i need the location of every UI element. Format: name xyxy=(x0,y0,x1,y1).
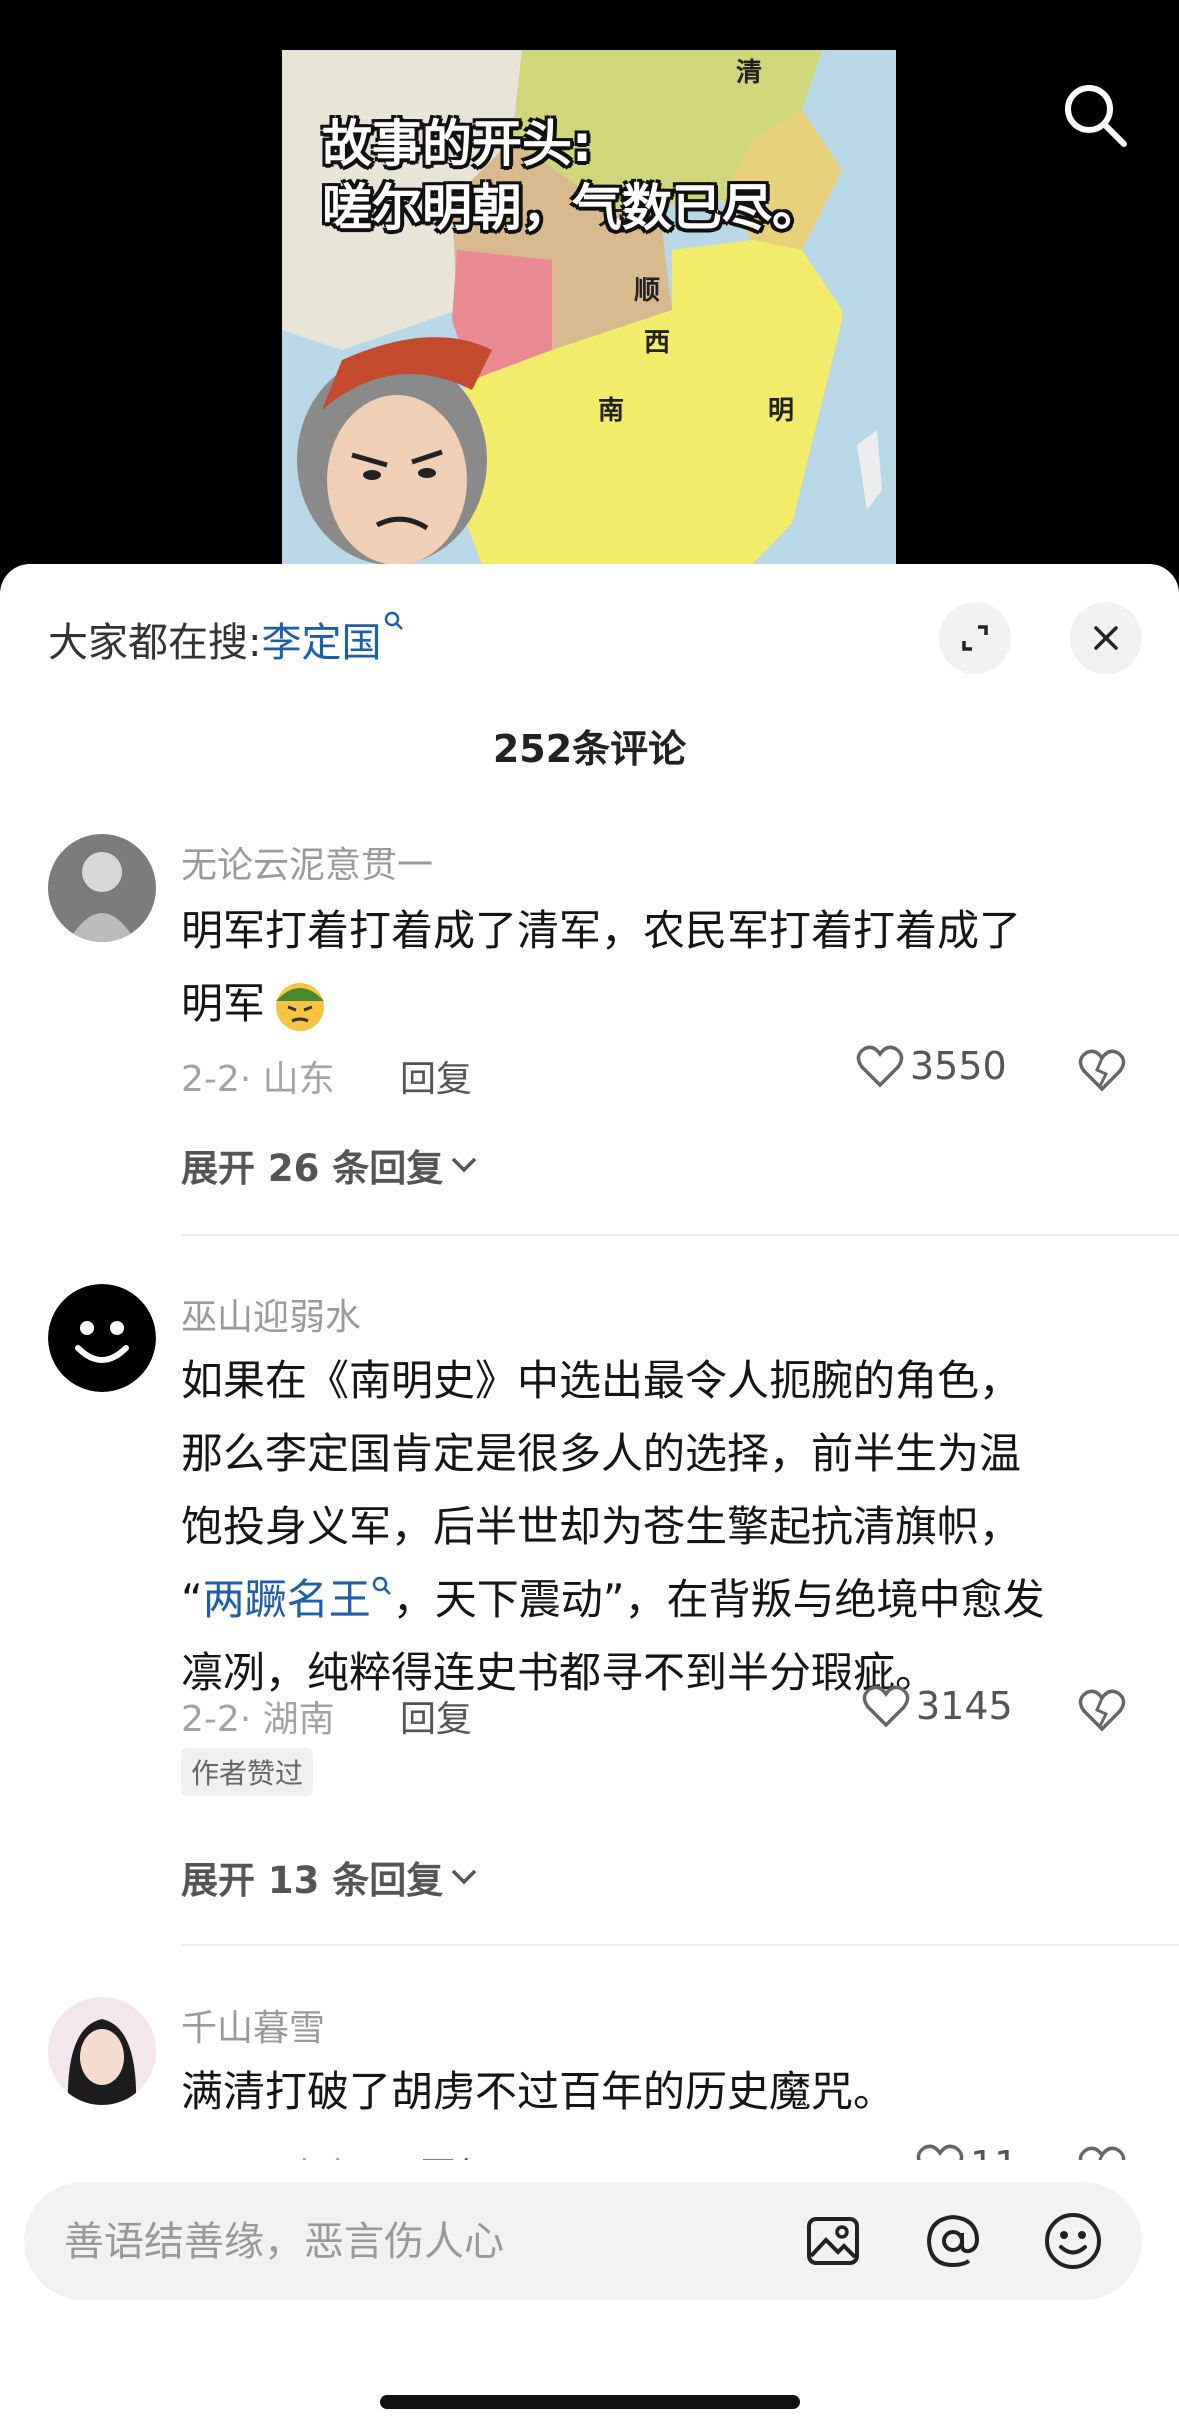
broken-heart-icon xyxy=(1078,1049,1126,1092)
comment-text: 明军打着打着成了清军，农民军打着打着成了 明军 xyxy=(181,894,1131,1040)
video-frame[interactable]: 清 大 西 顺 南 明 故事的开头: 嗟尔明朝，气数已尽。 xyxy=(282,50,896,565)
comment-input[interactable] xyxy=(62,2182,766,2302)
mention-button[interactable] xyxy=(920,2208,986,2274)
heart-icon xyxy=(862,1685,910,1728)
comment-meta: 2-2· 湖南 xyxy=(181,1699,335,1740)
comment-meta: 2-2· 山东 xyxy=(181,1059,335,1100)
hot-search[interactable]: 大家都在搜:李定国 xyxy=(48,610,405,668)
comment-text-line: 饱投身义军，后半世却为苍生擎起抗清旗帜， xyxy=(181,1502,1022,1551)
image-button[interactable] xyxy=(800,2208,866,2274)
map-label: 明 xyxy=(768,396,795,426)
avatar-image xyxy=(48,834,156,942)
dislike-button[interactable] xyxy=(1078,1688,1126,1736)
author-liked-badge: 作者赞过 xyxy=(181,1748,314,1796)
close-button[interactable] xyxy=(1070,602,1142,674)
avatar-image xyxy=(48,1997,156,2105)
like-button[interactable]: 3145 xyxy=(862,1684,1013,1728)
comment-text: 满清打破了胡虏不过百年的历史魔咒。 xyxy=(181,2055,1131,2128)
search-icon xyxy=(372,1576,391,1595)
expand-icon xyxy=(962,625,988,651)
dislike-button[interactable] xyxy=(1078,1048,1126,1096)
map-label: 西 xyxy=(644,328,671,358)
expand-replies-button[interactable]: 展开 26 条回复 xyxy=(181,1138,479,1192)
divider xyxy=(181,1234,1179,1236)
comment-item: 巫山迎弱水 如果在《南明史》中选出最令人扼腕的角色， 那么李定国肯定是很多人的选… xyxy=(0,1284,1179,1946)
broken-heart-icon xyxy=(1078,1689,1126,1732)
comment-text-segment: ，天下震动”，在背叛与绝境中愈发 xyxy=(392,1575,1045,1624)
reply-button[interactable]: 回复 xyxy=(400,1050,472,1102)
smiley-avatar-image xyxy=(48,1284,156,1392)
video-caption: 故事的开头: 嗟尔明朝，气数已尽。 xyxy=(322,112,822,240)
caption-line: 嗟尔明朝，气数已尽。 xyxy=(322,179,822,237)
comment-count: 252条评论 xyxy=(492,727,687,771)
comment-text-line: “两蹶名王 ，天下震动”，在背叛与绝境中愈发 xyxy=(181,1563,1131,1636)
keyword-link[interactable]: 两蹶名王 xyxy=(203,1575,371,1624)
comment-text-line: 如果在《南明史》中选出最令人扼腕的角色， xyxy=(181,1356,1022,1405)
search-icon xyxy=(1065,85,1127,147)
expand-replies-label: 展开 26 条回复 xyxy=(181,1147,444,1190)
heart-icon xyxy=(856,1045,904,1088)
reply-button[interactable]: 回复 xyxy=(400,1690,472,1742)
avatar[interactable] xyxy=(48,1284,156,1392)
emoji-button[interactable] xyxy=(1040,2208,1106,2274)
comment-text-line: 明军打着打着成了清军，农民军打着打着成了 xyxy=(181,906,1022,955)
divider xyxy=(181,1944,1179,1946)
comment-username[interactable]: 千山暮雪 xyxy=(181,1999,325,2051)
emoji-icon xyxy=(1045,2213,1101,2269)
quote-open: “ xyxy=(181,1575,203,1624)
chevron-down-icon xyxy=(452,1869,477,1885)
video-area[interactable]: 清 大 西 顺 南 明 故事的开头: 嗟尔明朝，气数已尽。 xyxy=(0,0,1179,600)
home-indicator[interactable] xyxy=(380,2395,800,2409)
hot-search-prefix: 大家都在搜: xyxy=(48,620,262,666)
search-icon xyxy=(385,611,404,630)
expand-button[interactable] xyxy=(939,602,1011,674)
comment-text-line: 那么李定国肯定是很多人的选择，前半生为温 xyxy=(181,1429,1022,1478)
like-button[interactable]: 3550 xyxy=(856,1044,1007,1088)
close-icon xyxy=(1094,626,1118,650)
map-label: 顺 xyxy=(634,276,661,306)
expand-replies-button[interactable]: 展开 13 条回复 xyxy=(181,1850,479,1904)
comment-username[interactable]: 无论云泥意贯一 xyxy=(181,836,433,888)
hot-search-keyword[interactable]: 李定国 xyxy=(261,620,381,666)
search-button[interactable] xyxy=(1058,78,1132,152)
map-label: 清 xyxy=(736,58,763,88)
comment-text-line: 明军 xyxy=(181,979,266,1028)
comment-text-line: 满清打破了胡虏不过百年的历史魔咒。 xyxy=(181,2067,896,2116)
avatar[interactable] xyxy=(48,1997,156,2105)
like-count: 3550 xyxy=(910,1044,1007,1088)
map-label: 南 xyxy=(598,396,625,426)
comment-input-bar xyxy=(0,2160,1179,2430)
comment-text-line-with-emoji: 明军 xyxy=(181,967,1131,1040)
comment-input-container[interactable] xyxy=(24,2182,1142,2302)
caption-line: 故事的开头: xyxy=(322,115,592,173)
at-icon xyxy=(926,2214,980,2268)
like-count: 3145 xyxy=(916,1684,1013,1728)
avatar[interactable] xyxy=(48,834,156,942)
comment-sheet: 大家都在搜:李定国 252条评论 无论云泥意贯一 明军打着打着成了清军，农民军打… xyxy=(0,564,1179,2430)
emoji-icon xyxy=(276,982,325,1031)
image-icon xyxy=(807,2217,859,2265)
expand-replies-label: 展开 13 条回复 xyxy=(181,1859,444,1902)
comment-username[interactable]: 巫山迎弱水 xyxy=(181,1288,361,1340)
comment-text: 如果在《南明史》中选出最令人扼腕的角色， 那么李定国肯定是很多人的选择，前半生为… xyxy=(181,1344,1131,1709)
chevron-down-icon xyxy=(452,1157,477,1173)
